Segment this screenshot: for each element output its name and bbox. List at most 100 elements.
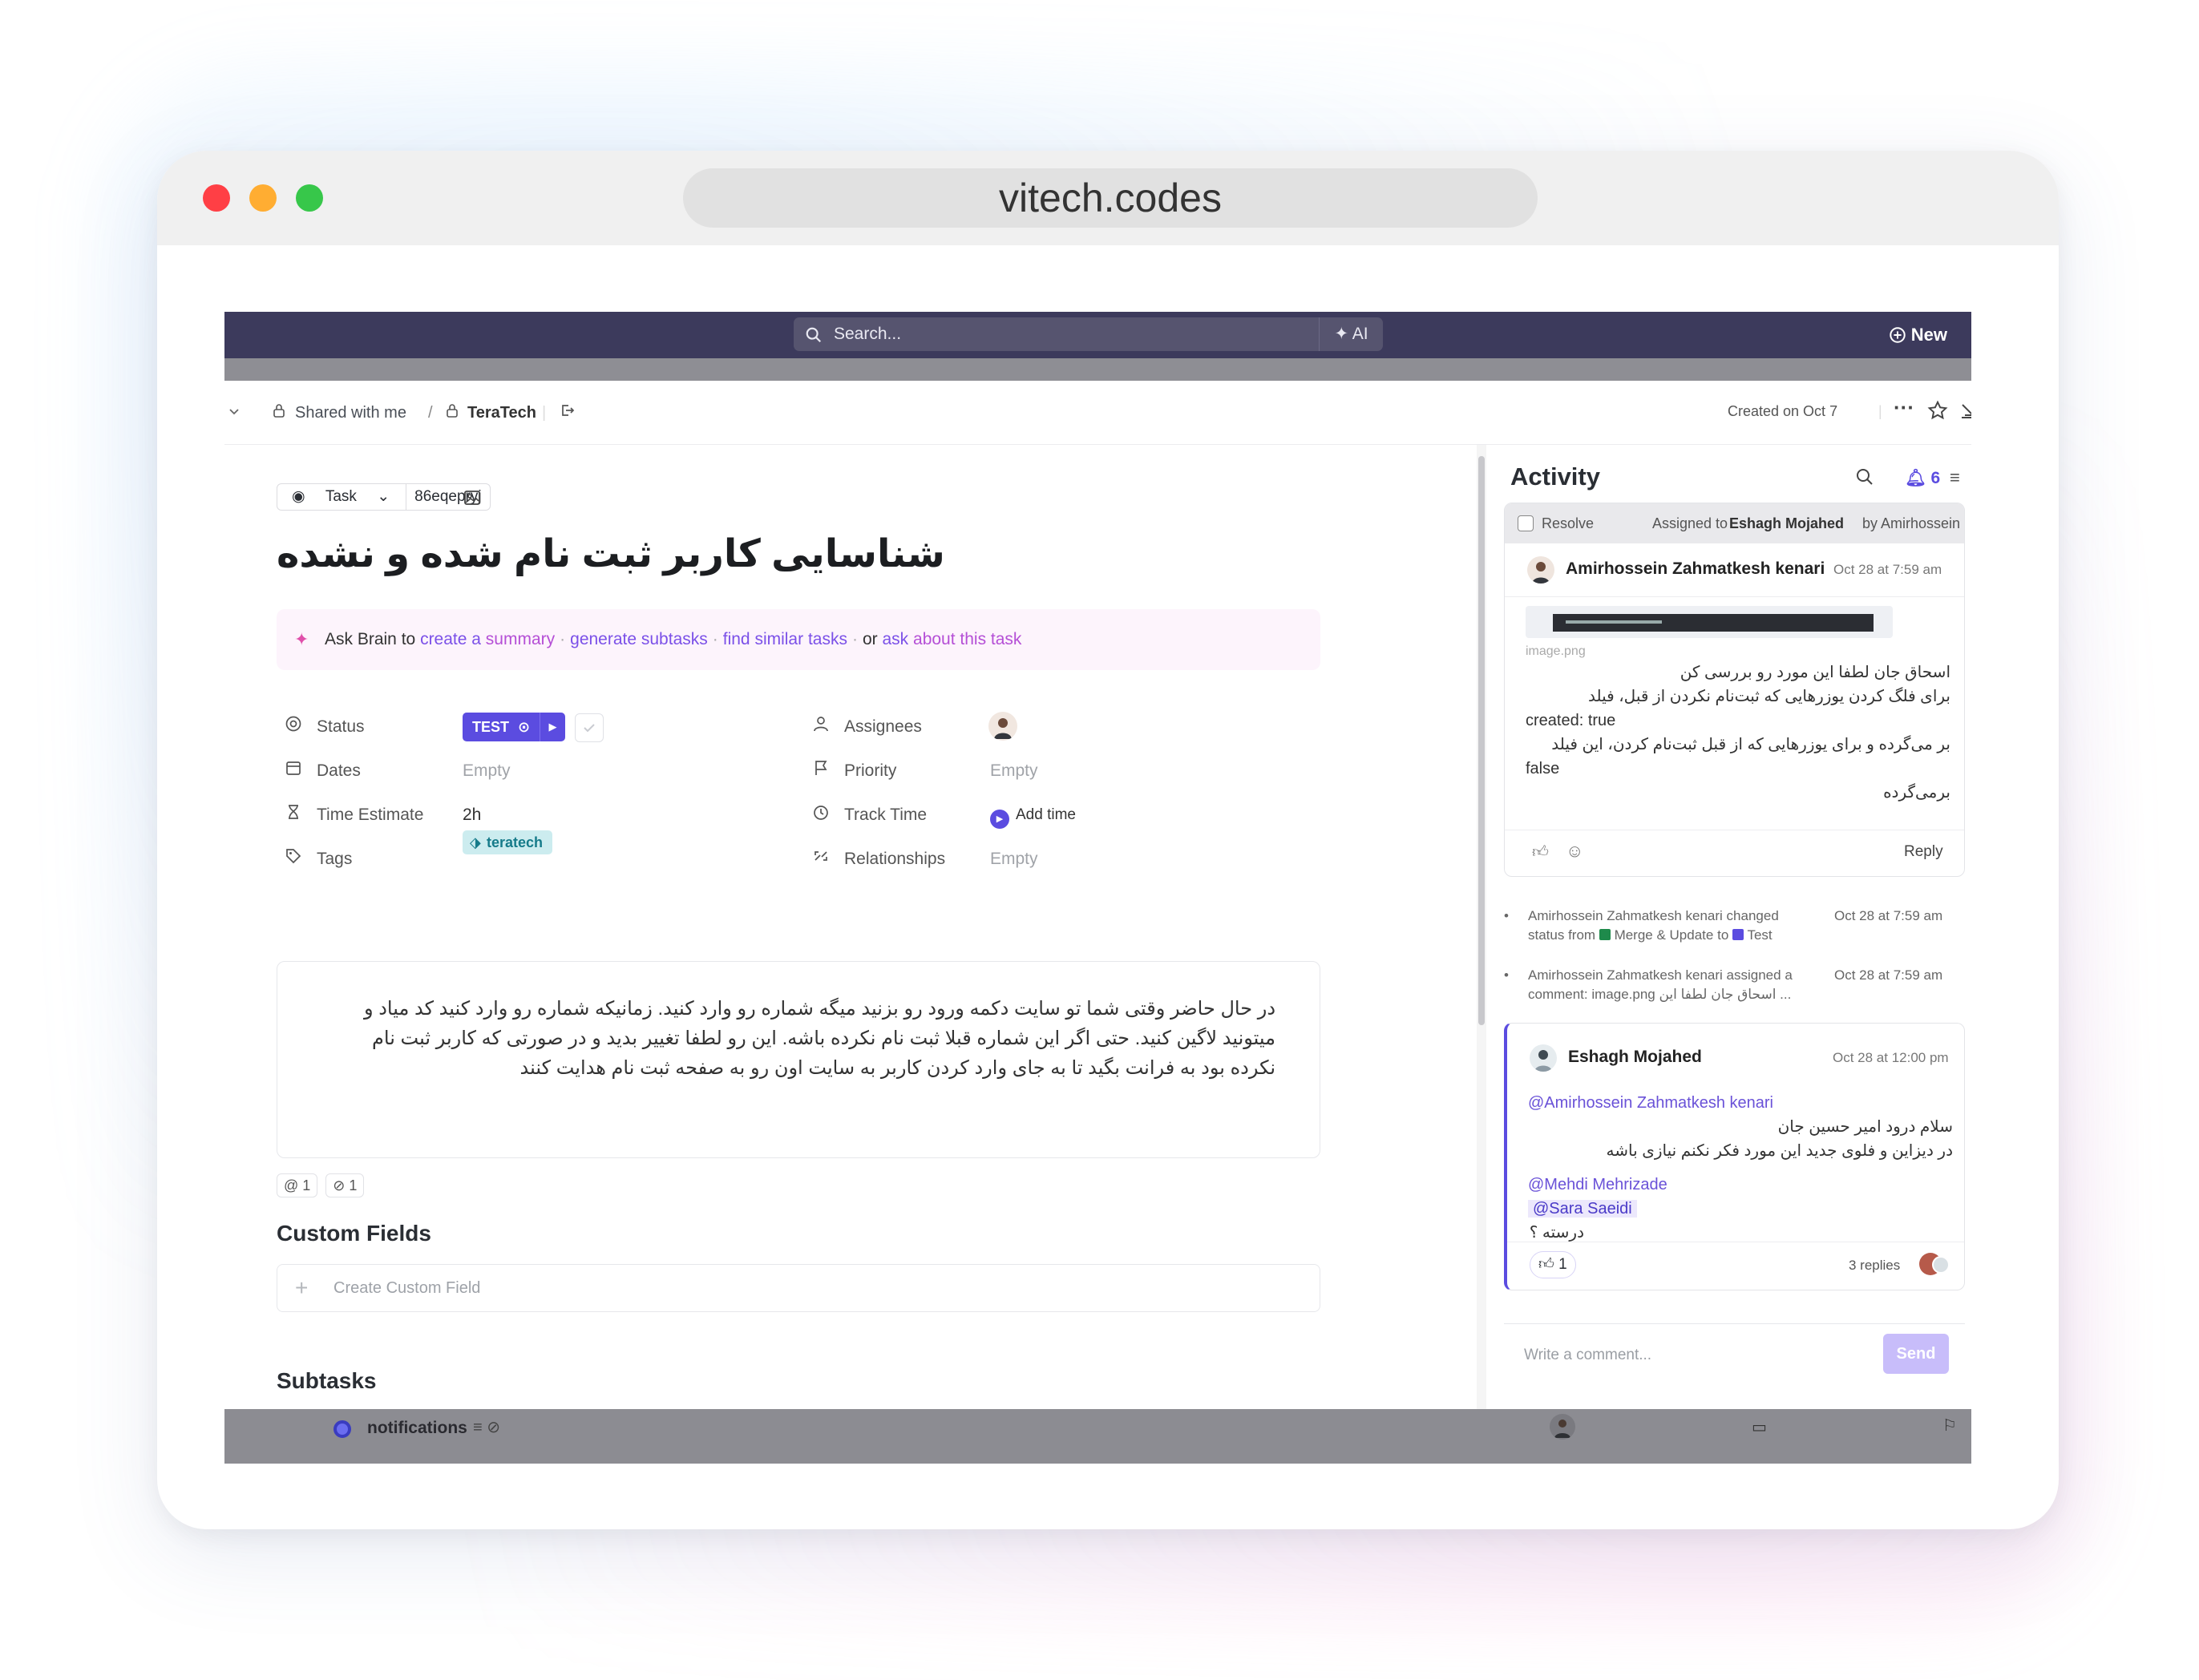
address-bar[interactable]: vitech.codes — [683, 168, 1538, 228]
reply-button[interactable]: Reply — [1904, 843, 1943, 861]
time-estimate-value[interactable]: 2h — [463, 803, 481, 827]
dimmed-background-strip — [224, 358, 1971, 381]
bell-icon: 🔔︎ — [1905, 469, 1931, 487]
more-icon[interactable]: ··· — [1894, 395, 1914, 420]
status-color-swatch — [1732, 929, 1744, 940]
mentions-count-pill[interactable]: @ 1 — [277, 1173, 318, 1197]
field-label: Assignees — [844, 717, 922, 737]
priority-value[interactable]: Empty — [990, 759, 1038, 783]
top-bar: Search... ✦ AI New — [224, 312, 1971, 358]
add-time-button[interactable]: ▶ Add time — [990, 803, 1076, 829]
send-wrapper: Send — [1878, 1334, 1949, 1374]
attachments-count-pill[interactable]: ⊘ 1 — [325, 1173, 365, 1197]
collapse-chevron-icon[interactable] — [228, 402, 241, 423]
search-icon[interactable] — [1855, 467, 1874, 491]
subtask-assignee-avatar[interactable] — [1550, 1414, 1575, 1440]
log-status-from: Merge & Update — [1614, 927, 1714, 943]
emoji-reaction-icon[interactable]: ☺ — [1566, 841, 1583, 862]
status-selector[interactable]: TEST ⊙ ▶ — [463, 713, 565, 741]
calendar-icon — [285, 759, 305, 784]
task-type-label: Task — [325, 488, 357, 505]
assigned-prefix: Assigned to — [1652, 515, 1728, 531]
maximize-window-button[interactable] — [296, 184, 323, 212]
generate-subtasks-link[interactable]: generate subtasks — [570, 630, 708, 648]
breadcrumb-workspace[interactable]: TeraTech — [467, 402, 536, 423]
ask-about-link[interactable]: ask about this task — [882, 630, 1021, 648]
comment-author[interactable]: Eshagh Mojahed — [1568, 1048, 1702, 1067]
minimize-task-icon[interactable] — [1959, 402, 1971, 423]
create-summary-link[interactable]: create a summary — [420, 630, 555, 648]
subtask-name[interactable]: notifications — [367, 1419, 467, 1438]
comment-input[interactable]: Write a comment... — [1524, 1347, 1651, 1364]
dates-value[interactable]: Empty — [463, 759, 511, 783]
reaction-chip[interactable]: 👍︎ 1 — [1530, 1251, 1576, 1278]
mention-highlight[interactable]: @Sara Saeidi — [1528, 1200, 1637, 1218]
clock-icon — [812, 803, 833, 828]
replies-link[interactable]: 3 replies — [1849, 1258, 1900, 1274]
log-text: comment: image.png اسحاق جان لطفا این ..… — [1528, 987, 1792, 1002]
task-title[interactable]: شناسایی کاربر ثبت نام شده و نشده — [277, 531, 945, 576]
comment-time: Oct 28 at 12:00 pm — [1833, 1050, 1949, 1065]
mention[interactable]: @Amirhossein Zahmatkesh kenari — [1528, 1091, 1953, 1115]
task-description[interactable]: در حال حاضر وقتی شما تو سایت دکمه ورود ر… — [277, 961, 1320, 1158]
subtask-flag-icon[interactable]: ⚐ — [1942, 1415, 1957, 1436]
divider: | — [542, 404, 547, 422]
field-label: Time Estimate — [317, 806, 424, 825]
breadcrumb-shared[interactable]: Shared with me — [295, 402, 406, 423]
image-attachment-thumbnail[interactable] — [1526, 606, 1893, 638]
assigned-to-name[interactable]: Eshagh Mojahed — [1729, 503, 1844, 543]
task-type-selector[interactable]: ◉ Task ⌄ 86eqepryj — [277, 483, 491, 511]
tag-chip[interactable]: ⬗ teratech — [463, 830, 553, 854]
ask-brain-bar: ✦ Ask Brain to create a summary · generate… — [277, 609, 1320, 670]
create-custom-field-button[interactable]: + Create Custom Field — [277, 1264, 1320, 1312]
custom-fields-heading: Custom Fields — [277, 1221, 431, 1246]
scroll-thumb[interactable] — [1478, 456, 1485, 1025]
plus-circle-icon — [1890, 327, 1906, 343]
comment-body: @Amirhossein Zahmatkesh kenari سلام درود… — [1528, 1091, 1953, 1245]
comment-author[interactable]: Amirhossein Zahmatkesh kenari — [1566, 559, 1825, 579]
log-text: Amirhossein Zahmatkesh kenari assigned a — [1528, 967, 1793, 983]
comment-line: false — [1526, 760, 1560, 777]
comment-composer: Write a comment... Send — [1504, 1323, 1965, 1386]
assignee-avatar[interactable] — [988, 712, 1017, 741]
like-icon[interactable]: 👍︎ — [1532, 842, 1549, 862]
comment-line: اسحاق جان لطفا این مورد رو بررسی کن — [1680, 664, 1950, 681]
minimize-window-button[interactable] — [249, 184, 277, 212]
assignment-header: Resolve Assigned to Eshagh Mojahed by Am… — [1505, 503, 1964, 543]
complete-checkbox[interactable] — [575, 713, 604, 742]
star-icon[interactable] — [1927, 400, 1948, 425]
relationships-value[interactable]: Empty — [990, 847, 1038, 871]
main-scrollbar[interactable] — [1477, 445, 1486, 1409]
mention[interactable]: @Mehdi Mehrizade — [1528, 1173, 1953, 1197]
find-similar-link[interactable]: find similar tasks — [723, 630, 847, 648]
new-button[interactable]: New — [1889, 323, 1947, 347]
open-external-icon[interactable] — [560, 402, 576, 424]
notifications-button[interactable]: 🔔︎ 6 — [1905, 469, 1940, 488]
divider: | — [1878, 403, 1882, 419]
subtask-date-icon[interactable]: ▭ — [1752, 1417, 1767, 1437]
image-filename[interactable]: image.png — [1526, 644, 1586, 659]
next-status-icon[interactable]: ▶ — [540, 713, 565, 741]
replier-avatar — [1932, 1256, 1950, 1274]
image-icon[interactable] — [463, 488, 482, 511]
author-avatar[interactable] — [1527, 556, 1554, 584]
lock-icon — [446, 402, 459, 423]
resolve-checkbox[interactable] — [1518, 515, 1534, 531]
ai-button[interactable]: ✦ AI — [1319, 317, 1383, 351]
field-label: Tags — [317, 850, 353, 869]
bullet: • — [1504, 967, 1509, 983]
activity-panel: Activity 🔔︎ 6 ≡ Resolve Assigned to Esha… — [1486, 445, 1971, 1409]
log-time: Oct 28 at 7:59 am — [1834, 967, 1943, 983]
subtask-status-icon[interactable] — [333, 1420, 351, 1438]
check-circle-icon: ⊙ — [518, 719, 531, 735]
ask-brain-label: Ask Brain to — [325, 630, 416, 648]
close-window-button[interactable] — [203, 184, 230, 212]
search-input[interactable]: Search... ✦ AI — [794, 317, 1383, 351]
resolve-label[interactable]: Resolve — [1542, 503, 1594, 543]
log-time: Oct 28 at 7:59 am — [1834, 908, 1943, 923]
send-button[interactable]: Send — [1883, 1334, 1949, 1374]
field-status: Status — [285, 715, 365, 740]
subtask-meta-icons: ≡ ⊘ — [473, 1419, 500, 1436]
author-avatar[interactable] — [1530, 1044, 1557, 1072]
filter-icon[interactable]: ≡ — [1950, 467, 1960, 488]
